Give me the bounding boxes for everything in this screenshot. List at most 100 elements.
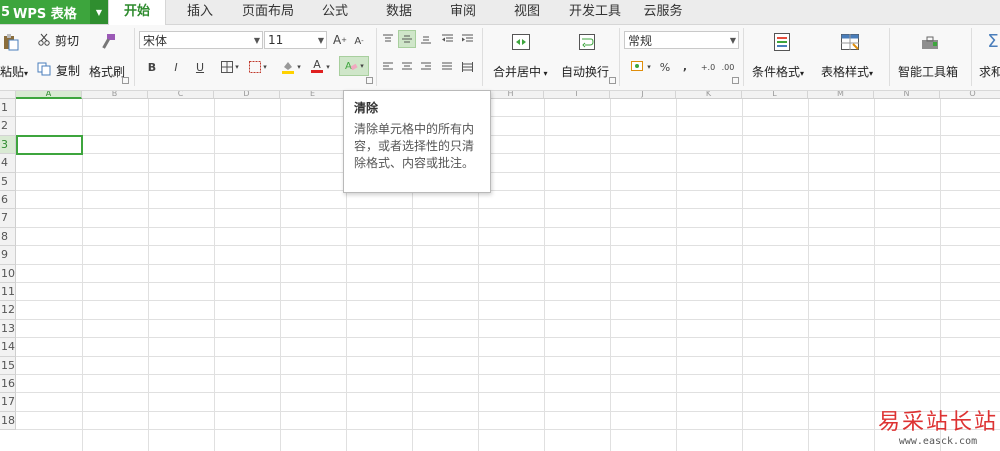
underline-button[interactable]: U bbox=[191, 58, 209, 76]
sum-icon[interactable]: Σ bbox=[985, 30, 1000, 52]
row-header-7[interactable]: 7 bbox=[0, 209, 16, 228]
decrease-font-size-button[interactable]: A- bbox=[350, 32, 368, 50]
copy-icon[interactable] bbox=[36, 61, 52, 77]
paste-icon[interactable] bbox=[0, 31, 22, 53]
align-middle-icon[interactable] bbox=[398, 30, 416, 48]
tab-data[interactable]: 数据 bbox=[370, 0, 428, 24]
percent-format-button[interactable]: % bbox=[656, 58, 674, 76]
bold-button[interactable]: B bbox=[143, 58, 161, 76]
align-left-icon[interactable] bbox=[379, 58, 397, 76]
tab-formulas[interactable]: 公式 bbox=[306, 0, 364, 24]
row-header-3[interactable]: 3 bbox=[0, 135, 16, 155]
row-header-10[interactable]: 10 bbox=[0, 264, 16, 283]
increase-decimal-icon[interactable]: +.0 bbox=[699, 58, 717, 76]
tab-insert[interactable]: 插入 bbox=[170, 0, 230, 24]
row-header-6[interactable]: 6 bbox=[0, 191, 16, 210]
row-header-18[interactable]: 18 bbox=[0, 411, 16, 431]
row-header-13[interactable]: 13 bbox=[0, 319, 16, 339]
row-header-12[interactable]: 12 bbox=[0, 301, 16, 320]
column-header-e[interactable]: E bbox=[280, 91, 346, 99]
format-painter-icon[interactable] bbox=[97, 31, 119, 53]
align-right-icon[interactable] bbox=[417, 58, 435, 76]
font-color-dropdown-icon[interactable]: ▾ bbox=[324, 58, 332, 76]
cell-style-dropdown-icon[interactable]: ▾ bbox=[261, 58, 269, 76]
clipboard-group-launcher-icon[interactable] bbox=[122, 77, 129, 84]
number-group-launcher-icon[interactable] bbox=[732, 77, 739, 84]
row-header-9[interactable]: 9 bbox=[0, 246, 16, 265]
row-header-4[interactable]: 4 bbox=[0, 154, 16, 173]
font-name-select[interactable]: 宋体 ▼ bbox=[139, 31, 263, 49]
italic-button[interactable]: I bbox=[167, 58, 185, 76]
gridline-horizontal bbox=[16, 429, 1000, 431]
row-header-17[interactable]: 17 bbox=[0, 393, 16, 412]
column-header-i[interactable]: I bbox=[544, 91, 610, 99]
gridline-horizontal bbox=[16, 318, 1000, 320]
number-format-select[interactable]: 常规 ▼ bbox=[624, 31, 739, 49]
sum-button[interactable]: 求和 bbox=[979, 63, 1000, 80]
clear-button[interactable]: A ▾ bbox=[339, 56, 369, 76]
row-header-16[interactable]: 16 bbox=[0, 375, 16, 394]
row-header-8[interactable]: 8 bbox=[0, 227, 16, 247]
column-header-a[interactable]: A bbox=[16, 91, 82, 99]
increase-font-size-button[interactable]: A + bbox=[331, 31, 349, 49]
format-painter-button[interactable]: 格式刷 bbox=[89, 63, 125, 80]
column-header-k[interactable]: K bbox=[676, 91, 742, 99]
row-header-2[interactable]: 2 bbox=[0, 117, 16, 136]
tab-cloud-services[interactable]: 云服务 bbox=[634, 0, 692, 24]
increase-indent-icon[interactable] bbox=[458, 30, 476, 48]
decrease-indent-icon[interactable] bbox=[438, 30, 456, 48]
wrap-text-button[interactable]: 自动换行 bbox=[561, 63, 609, 80]
smart-toolbox-button[interactable]: 智能工具箱 bbox=[898, 63, 958, 80]
column-header-o[interactable]: O bbox=[940, 91, 1000, 99]
table-style-button[interactable]: 表格样式▾ bbox=[821, 63, 873, 80]
app-menu-dropdown-icon[interactable]: ▼ bbox=[90, 0, 108, 24]
table-style-icon[interactable] bbox=[839, 31, 861, 53]
column-header-b[interactable]: B bbox=[82, 91, 148, 99]
column-header-m[interactable]: M bbox=[808, 91, 874, 99]
row-header-1[interactable]: 1 bbox=[0, 99, 16, 118]
select-all-corner[interactable] bbox=[0, 91, 16, 99]
fill-color-dropdown-icon[interactable]: ▾ bbox=[295, 58, 303, 76]
font-size-select[interactable]: 11 ▼ bbox=[264, 31, 327, 49]
thousands-separator-button[interactable]: , bbox=[676, 57, 694, 75]
smart-toolbox-icon[interactable] bbox=[919, 32, 941, 54]
column-header-c[interactable]: C bbox=[148, 91, 214, 99]
active-cell-a3[interactable] bbox=[16, 135, 83, 155]
column-header-n[interactable]: N bbox=[874, 91, 940, 99]
tab-page-layout[interactable]: 页面布局 bbox=[236, 0, 300, 24]
distributed-align-icon[interactable] bbox=[458, 58, 476, 76]
wrap-text-icon[interactable] bbox=[576, 31, 598, 53]
row-header-11[interactable]: 11 bbox=[0, 283, 16, 302]
tab-review[interactable]: 审阅 bbox=[434, 0, 492, 24]
row-header-5[interactable]: 5 bbox=[0, 172, 16, 191]
tab-view[interactable]: 视图 bbox=[498, 0, 556, 24]
merge-center-button[interactable]: 合并居中 ▾ bbox=[493, 63, 548, 80]
column-header-j[interactable]: J bbox=[610, 91, 676, 99]
row-header-15[interactable]: 15 bbox=[0, 356, 16, 375]
alignment-group-launcher-icon[interactable] bbox=[609, 77, 616, 84]
align-center-icon[interactable] bbox=[398, 58, 416, 76]
tab-developer[interactable]: 开发工具 bbox=[562, 0, 628, 24]
column-header-d[interactable]: D bbox=[214, 91, 280, 99]
merge-center-icon[interactable] bbox=[510, 31, 532, 53]
paste-button[interactable]: 粘贴▾ bbox=[0, 63, 28, 80]
ribbon-separator bbox=[619, 28, 620, 86]
copy-button[interactable]: 复制 bbox=[56, 62, 80, 79]
justify-icon[interactable] bbox=[438, 58, 456, 76]
row-header-14[interactable]: 14 bbox=[0, 338, 16, 357]
conditional-format-icon[interactable] bbox=[771, 31, 793, 53]
scissors-icon[interactable] bbox=[36, 32, 52, 48]
decrease-decimal-icon[interactable]: .00 bbox=[719, 58, 737, 76]
borders-dropdown-icon[interactable]: ▾ bbox=[233, 58, 241, 76]
column-header-l[interactable]: L bbox=[742, 91, 808, 99]
currency-dropdown-icon[interactable]: ▾ bbox=[645, 58, 653, 76]
wps-app-menu-button[interactable]: 5 WPS 表格 ▼ bbox=[0, 0, 108, 24]
conditional-format-button[interactable]: 条件格式▾ bbox=[752, 63, 804, 80]
tab-home[interactable]: 开始 bbox=[108, 0, 166, 25]
font-group-launcher-icon[interactable] bbox=[366, 77, 373, 84]
currency-format-icon[interactable] bbox=[628, 58, 646, 76]
align-top-icon[interactable] bbox=[379, 30, 397, 48]
cut-button[interactable]: 剪切 bbox=[55, 32, 79, 49]
spreadsheet-grid[interactable]: ABCDEFGHIJKLMNO1234567891011121314151617… bbox=[0, 91, 1000, 451]
align-bottom-icon[interactable] bbox=[417, 30, 435, 48]
